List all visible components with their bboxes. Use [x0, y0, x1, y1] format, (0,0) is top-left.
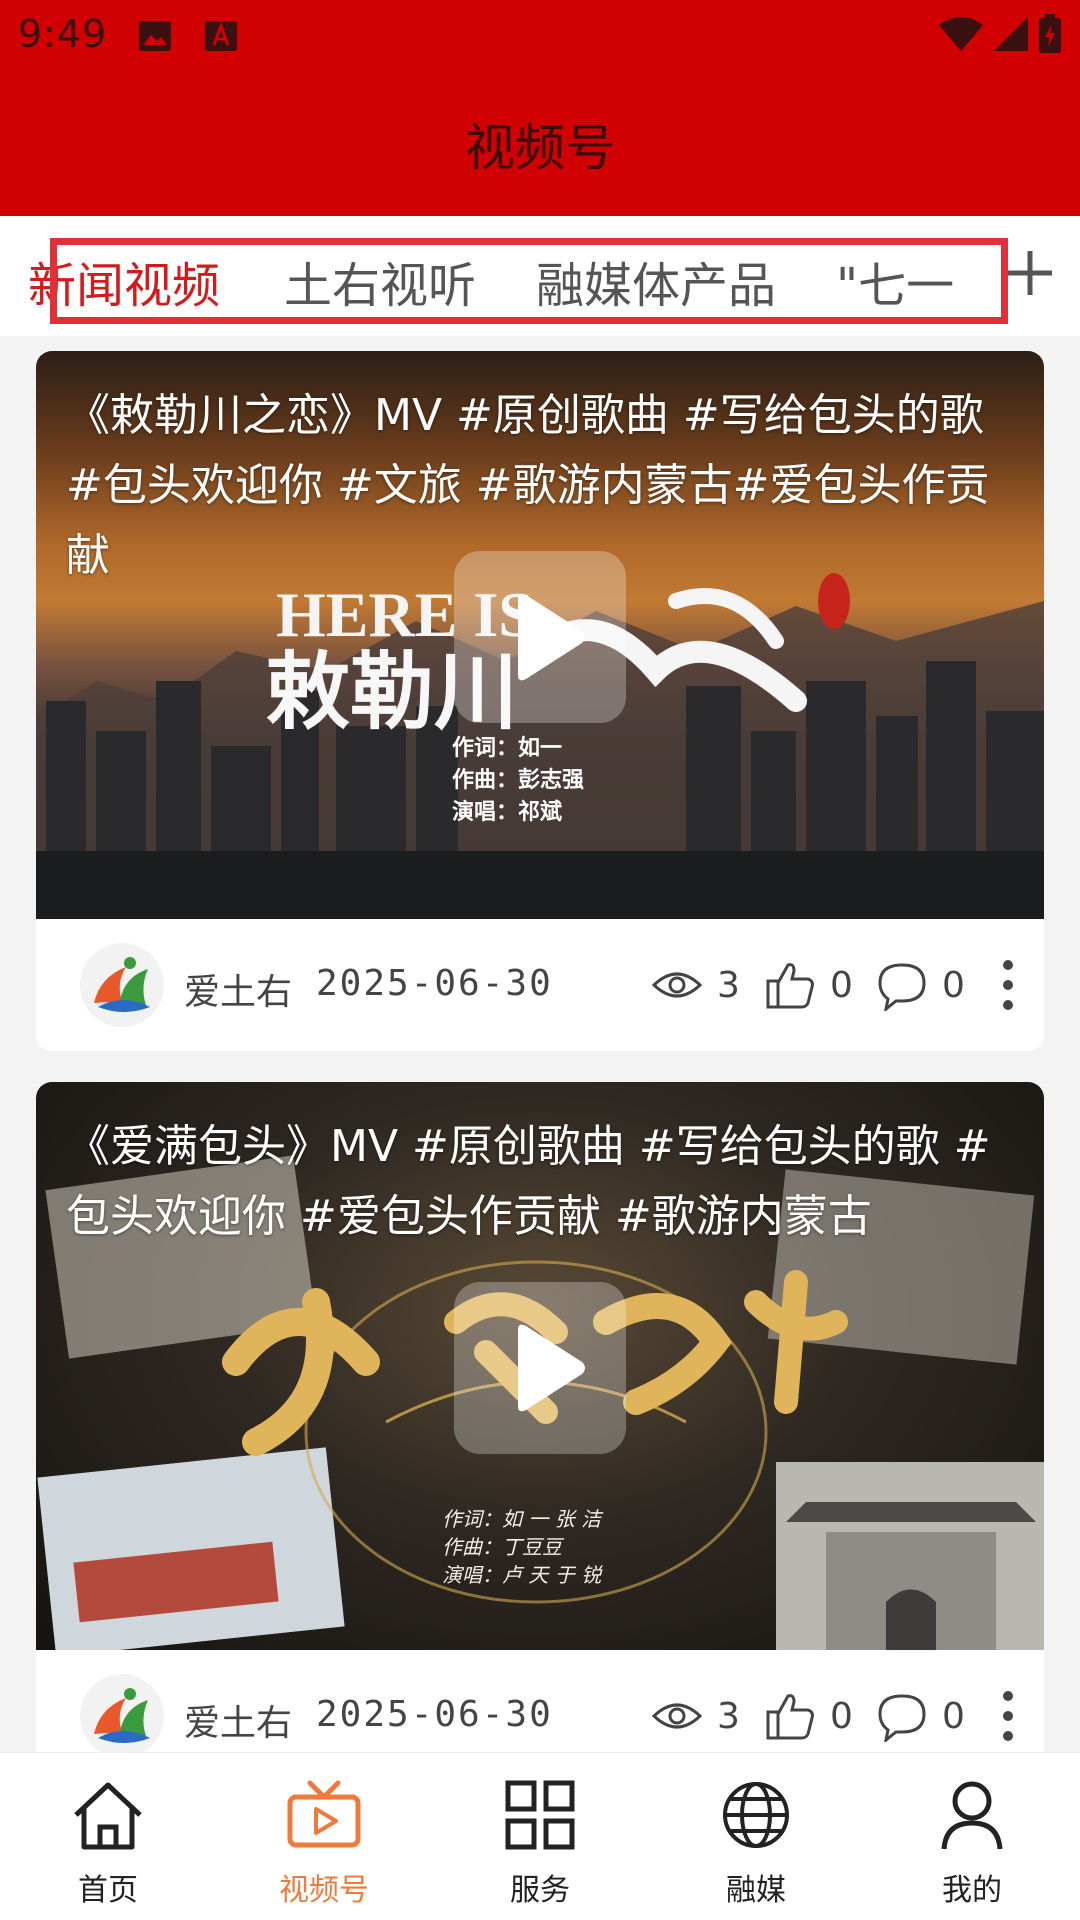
category-tabs: 新闻视频 土右视听 融媒体产品 "七一: [0, 216, 1080, 336]
svg-text:作曲：彭志强: 作曲：彭志强: [452, 768, 584, 793]
eye-icon: [651, 1703, 703, 1729]
comment-count[interactable]: 0: [876, 1690, 965, 1742]
play-button[interactable]: [454, 551, 626, 723]
tab-news-video[interactable]: 新闻视频: [28, 246, 220, 316]
thumbs-up-icon[interactable]: [764, 1690, 816, 1742]
play-icon: [518, 593, 585, 681]
video-thumbnail[interactable]: 作词：如 一 张 洁 作曲：丁豆豆 演唱：卢 天 于 锐 《爱满包头》MV #原…: [36, 1082, 1044, 1650]
svg-text:作词：如一: 作词：如一: [452, 736, 562, 761]
view-count: 3: [651, 1690, 740, 1742]
tab-turight-media[interactable]: 土右视听: [284, 246, 476, 316]
nav-services[interactable]: 服务: [432, 1753, 648, 1920]
author-logo-icon: [94, 1688, 150, 1743]
nav-label: 首页: [78, 1873, 138, 1908]
gallery-notification-icon: [139, 21, 171, 51]
author-name: 爱土右: [184, 1703, 293, 1744]
video-title: 《爱满包头》MV #原创歌曲 #写给包头的歌 #包头欢迎你 #爱包头作贡献 #歌…: [66, 1121, 991, 1242]
person-icon[interactable]: [932, 1775, 1012, 1855]
like-count-value: 0: [830, 1695, 853, 1737]
author-avatar[interactable]: [80, 1674, 164, 1758]
nav-media[interactable]: 融媒: [648, 1753, 864, 1920]
video-card[interactable]: HERE IS 敕勒川 作词：如一 作曲：彭志强 演唱：祁斌 《敕勒川之恋》MV…: [36, 351, 1044, 1051]
video-meta-row: 爱土右 2025-06-30 3 0 0: [36, 919, 1044, 1051]
author-avatar[interactable]: [80, 943, 164, 1027]
globe-icon[interactable]: [716, 1775, 796, 1855]
comment-count[interactable]: 0: [876, 959, 965, 1011]
view-count-value: 3: [717, 964, 740, 1006]
battery-icon: [1039, 14, 1061, 53]
like-count[interactable]: 0: [764, 1690, 853, 1742]
nav-label: 我的: [942, 1873, 1002, 1908]
like-count-value: 0: [830, 964, 853, 1006]
cellular-signal-icon: [994, 17, 1028, 51]
home-icon[interactable]: [68, 1775, 148, 1855]
tab-media-products[interactable]: 融媒体产品: [536, 246, 776, 316]
svg-text:作词：如 一 张 洁: 作词：如 一 张 洁: [442, 1507, 604, 1531]
comment-count-value: 0: [942, 964, 965, 1006]
app-header: 视频号: [0, 72, 1080, 216]
nav-home[interactable]: 首页: [0, 1753, 216, 1920]
view-count: 3: [651, 959, 740, 1011]
publish-date: 2025-06-30: [316, 963, 553, 1004]
status-time: 9:49: [18, 12, 108, 56]
author-name: 爱土右: [184, 972, 293, 1013]
tab-july-first[interactable]: "七一: [836, 246, 954, 316]
nav-label: 融媒: [726, 1873, 786, 1908]
wifi-icon: [939, 17, 983, 51]
play-icon: [518, 1324, 585, 1412]
nav-label: 服务: [510, 1873, 570, 1908]
nav-profile[interactable]: 我的: [864, 1753, 1080, 1920]
page-title: 视频号: [465, 119, 615, 177]
comment-count-value: 0: [942, 1695, 965, 1737]
more-options-icon[interactable]: [996, 955, 1020, 1015]
publish-date: 2025-06-30: [316, 1694, 553, 1735]
grid-icon[interactable]: [500, 1775, 580, 1855]
comment-icon[interactable]: [876, 1690, 928, 1742]
eye-icon: [651, 972, 703, 998]
bottom-nav: 首页 视频号 服务 融媒 我的: [0, 1752, 1080, 1920]
svg-text:演唱：祁斌: 演唱：祁斌: [452, 799, 562, 825]
svg-text:演唱：卢 天 于 锐: 演唱：卢 天 于 锐: [442, 1563, 603, 1587]
app-notification-icon: [205, 21, 237, 51]
comment-icon[interactable]: [876, 959, 928, 1011]
add-tab-icon[interactable]: [1000, 243, 1060, 303]
author-logo-icon: [94, 957, 150, 1012]
status-icons: [938, 14, 1062, 54]
nav-video[interactable]: 视频号: [216, 1753, 432, 1920]
nav-label: 视频号: [279, 1873, 369, 1908]
video-tv-icon[interactable]: [284, 1775, 364, 1855]
svg-text:作曲：丁豆豆: 作曲：丁豆豆: [442, 1535, 565, 1559]
thumbs-up-icon[interactable]: [764, 959, 816, 1011]
video-thumbnail[interactable]: HERE IS 敕勒川 作词：如一 作曲：彭志强 演唱：祁斌 《敕勒川之恋》MV…: [36, 351, 1044, 919]
view-count-value: 3: [717, 1695, 740, 1737]
play-button[interactable]: [454, 1282, 626, 1454]
status-bar: 9:49: [0, 0, 1080, 72]
more-options-icon[interactable]: [996, 1686, 1020, 1746]
like-count[interactable]: 0: [764, 959, 853, 1011]
video-card[interactable]: 作词：如 一 张 洁 作曲：丁豆豆 演唱：卢 天 于 锐 《爱满包头》MV #原…: [36, 1082, 1044, 1782]
